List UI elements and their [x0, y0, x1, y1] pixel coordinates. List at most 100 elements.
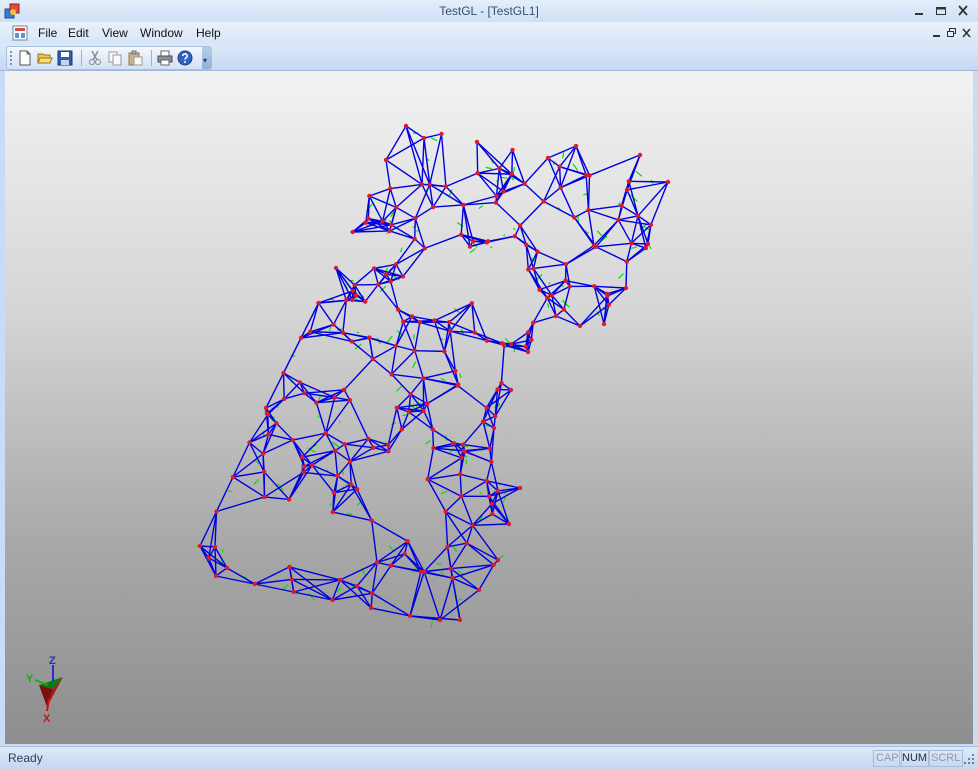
toolbar: ▾: [0, 44, 978, 71]
mesh-vertex: [666, 180, 670, 184]
mesh-vertex: [291, 438, 295, 442]
mesh-edge: [403, 248, 425, 276]
mesh-edge: [425, 235, 461, 249]
mesh-vertex: [423, 246, 427, 250]
mesh-edge: [344, 359, 373, 390]
mesh-vertex: [471, 239, 475, 243]
mesh-interior-edge: [330, 503, 331, 505]
mesh-vertex: [453, 369, 457, 373]
mesh-vertex: [470, 301, 474, 305]
resize-grip-icon[interactable]: [963, 753, 975, 765]
mesh-vertex: [445, 545, 449, 549]
mesh-vertex: [408, 392, 412, 396]
mesh-interior-edge: [347, 513, 352, 514]
save-icon[interactable]: [57, 50, 73, 66]
mesh-edge: [561, 188, 575, 218]
menu-file[interactable]: File: [38, 26, 57, 40]
mesh-vertex: [563, 278, 567, 282]
mesh-interior-edge: [513, 228, 515, 230]
gl-viewport[interactable]: Z Y X: [5, 71, 973, 744]
close-button[interactable]: [954, 3, 972, 19]
print-icon[interactable]: [157, 50, 173, 66]
mesh-edge: [596, 243, 631, 247]
mesh-vertex: [524, 243, 528, 247]
mesh-edge: [396, 248, 425, 264]
mesh-vertex: [333, 448, 337, 452]
mesh-vertex: [370, 518, 374, 522]
mesh-vertex: [300, 455, 304, 459]
mesh-vertex: [401, 274, 405, 278]
mesh-vertex: [616, 218, 620, 222]
mesh-vertex: [332, 395, 336, 399]
mesh-edge: [423, 371, 455, 378]
toolbar-options-button[interactable]: ▾: [202, 47, 212, 69]
menu-view[interactable]: View: [102, 26, 128, 40]
mesh-vertex: [493, 414, 497, 418]
status-bar: Ready CAP NUM SCRL: [0, 746, 978, 769]
window-title: TestGL - [TestGL1]: [0, 4, 978, 18]
mesh-vertex: [562, 307, 566, 311]
toolbar-grip[interactable]: [10, 51, 14, 65]
mesh-edge: [473, 524, 509, 525]
mesh-edge: [411, 378, 424, 394]
mesh-interior-edge: [457, 599, 461, 600]
mesh-edge: [396, 239, 415, 264]
doc-close-button[interactable]: [960, 27, 973, 39]
mesh-vertex: [428, 182, 432, 186]
new-icon[interactable]: [17, 50, 33, 66]
mesh-vertex: [484, 479, 488, 483]
menu-window[interactable]: Window: [140, 26, 183, 40]
mesh-vertex: [413, 216, 417, 220]
mesh-vertex: [586, 208, 590, 212]
copy-icon[interactable]: [107, 50, 123, 66]
mesh-interior-edge: [511, 177, 514, 180]
mesh-edge: [284, 338, 302, 373]
help-icon[interactable]: [177, 50, 193, 66]
mesh-vertex: [522, 182, 526, 186]
cut-icon[interactable]: [87, 50, 103, 66]
mesh-vertex: [298, 380, 302, 384]
mesh-edge: [520, 201, 543, 225]
document-icon[interactable]: [12, 25, 28, 41]
mesh-vertex: [348, 398, 352, 402]
mesh-edge: [461, 481, 486, 496]
mesh-edge: [574, 210, 588, 217]
mesh-vertex: [370, 591, 374, 595]
mesh-edge: [467, 543, 498, 560]
mesh-edge: [410, 572, 424, 616]
maximize-button[interactable]: [932, 3, 950, 19]
mesh-edge: [427, 385, 458, 404]
doc-minimize-button[interactable]: [930, 27, 943, 39]
minimize-button[interactable]: [910, 3, 928, 19]
mesh-edge: [473, 504, 492, 525]
mesh-edge: [424, 547, 447, 572]
mesh-edge: [629, 181, 668, 182]
mesh-interior-edge: [480, 492, 482, 493]
open-icon[interactable]: [37, 50, 53, 66]
mesh-vertex: [394, 205, 398, 209]
mesh-interior-edge: [563, 152, 564, 158]
mesh-edge: [377, 541, 408, 562]
mesh-edge: [544, 167, 560, 202]
mesh-vertex: [432, 318, 436, 322]
mesh-vertex: [500, 341, 504, 345]
mesh-vertex: [550, 293, 554, 297]
mesh-interior-edge: [636, 171, 642, 176]
mesh-edge: [651, 182, 668, 225]
mesh-edge: [433, 205, 463, 207]
mesh-edge: [424, 572, 440, 620]
menu-edit[interactable]: Edit: [68, 26, 89, 40]
mesh-edge: [501, 345, 504, 383]
mesh-vertex: [375, 560, 379, 564]
mesh-vertex: [338, 578, 342, 582]
mesh-interior-edge: [329, 326, 330, 330]
paste-icon[interactable]: [127, 50, 143, 66]
mesh-vertex: [489, 460, 493, 464]
mesh-interior-edge: [387, 336, 392, 343]
doc-restore-button[interactable]: [945, 27, 958, 39]
chevron-down-icon: ▾: [203, 56, 207, 65]
menu-help[interactable]: Help: [196, 26, 221, 40]
mesh-vertex: [262, 495, 266, 499]
mesh-edge: [335, 451, 337, 476]
mesh-vertex: [395, 406, 399, 410]
